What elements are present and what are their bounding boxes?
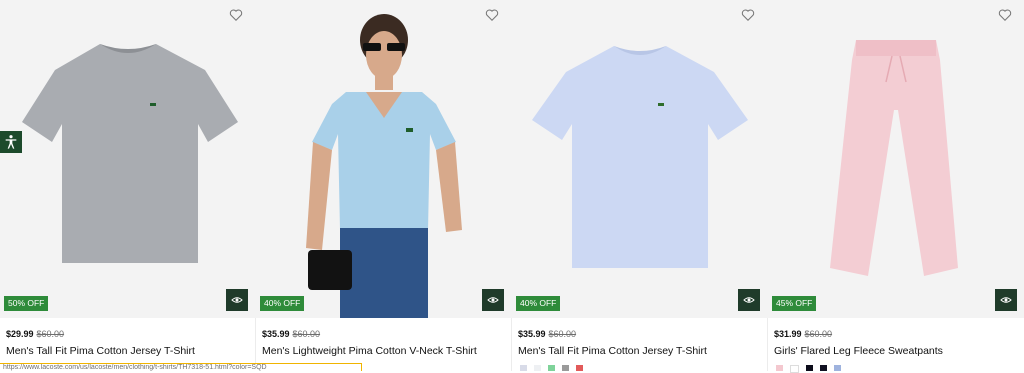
product-name[interactable]: Men's Lightweight Pima Cotton V-Neck T-S… bbox=[262, 345, 477, 357]
color-swatch[interactable] bbox=[820, 365, 827, 371]
heart-icon[interactable] bbox=[998, 8, 1012, 22]
accessibility-button[interactable] bbox=[0, 131, 22, 153]
discount-badge: 50% OFF bbox=[4, 296, 49, 311]
color-swatch[interactable] bbox=[520, 365, 527, 371]
product-info: $31.99 $60.00 Girls' Flared Leg Fleece Sw… bbox=[774, 329, 943, 357]
light-blue-tshirt-image bbox=[532, 46, 748, 268]
price: $35.99 $60.00 bbox=[262, 329, 477, 339]
product-card[interactable]: 50% OFF $29.99 $60.00 Men's Tall Fit Pima… bbox=[0, 0, 256, 371]
product-name[interactable]: Girls' Flared Leg Fleece Sweatpants bbox=[774, 345, 943, 357]
sale-price: $35.99 bbox=[262, 329, 290, 339]
color-swatch[interactable] bbox=[790, 365, 799, 373]
product-grid: 50% OFF $29.99 $60.00 Men's Tall Fit Pima… bbox=[0, 0, 1024, 373]
discount-badge: 40% OFF bbox=[516, 296, 561, 311]
color-swatch[interactable] bbox=[776, 365, 783, 371]
model-light-blue-vneck-image bbox=[306, 14, 462, 318]
product-info: $35.99 $60.00 Men's Tall Fit Pima Cotton … bbox=[518, 329, 707, 357]
eye-icon bbox=[1000, 297, 1012, 303]
discount-badge: 40% OFF bbox=[260, 296, 305, 311]
quick-view-button[interactable] bbox=[482, 289, 504, 311]
product-info: $29.99 $60.00 Men's Tall Fit Pima Cotton … bbox=[6, 329, 195, 357]
product-card[interactable]: 40% OFF $35.99 $60.00 Men's Tall Fit Pima… bbox=[512, 0, 768, 371]
heart-icon[interactable] bbox=[741, 8, 755, 22]
original-price: $60.00 bbox=[804, 329, 833, 339]
price: $31.99 $60.00 bbox=[774, 329, 943, 339]
discount-badge: 45% OFF bbox=[772, 296, 817, 311]
product-name[interactable]: Men's Tall Fit Pima Cotton Jersey T-Shir… bbox=[518, 345, 707, 357]
eye-icon bbox=[743, 297, 755, 303]
product-card[interactable]: 40% OFF $35.99 $60.00 Men's Lightweight P… bbox=[256, 0, 512, 371]
color-swatch[interactable] bbox=[548, 365, 555, 371]
product-name[interactable]: Men's Tall Fit Pima Cotton Jersey T-Shir… bbox=[6, 345, 195, 357]
color-swatch[interactable] bbox=[576, 365, 583, 371]
eye-icon bbox=[487, 297, 499, 303]
color-swatches bbox=[776, 365, 841, 373]
quick-view-button[interactable] bbox=[995, 289, 1017, 311]
product-card[interactable]: 45% OFF $31.99 $60.00 Girls' Flared Leg F… bbox=[768, 0, 1024, 373]
sale-price: $35.99 bbox=[518, 329, 546, 339]
color-swatch[interactable] bbox=[534, 365, 541, 371]
color-swatch[interactable] bbox=[834, 365, 841, 371]
sale-price: $29.99 bbox=[6, 329, 34, 339]
grey-tshirt-image bbox=[22, 44, 238, 263]
original-price: $60.00 bbox=[548, 329, 577, 339]
pink-sweatpants-image bbox=[830, 40, 958, 276]
color-swatch[interactable] bbox=[806, 365, 813, 371]
original-price: $60.00 bbox=[36, 329, 65, 339]
status-bar-url: https://www.lacoste.com/us/lacoste/men/c… bbox=[0, 363, 362, 371]
product-image[interactable] bbox=[512, 0, 768, 318]
color-swatch[interactable] bbox=[562, 365, 569, 371]
product-image[interactable] bbox=[768, 0, 1024, 318]
product-info: $35.99 $60.00 Men's Lightweight Pima Cott… bbox=[262, 329, 477, 357]
eye-icon bbox=[231, 297, 243, 303]
color-swatches bbox=[520, 365, 583, 371]
quick-view-button[interactable] bbox=[738, 289, 760, 311]
original-price: $60.00 bbox=[292, 329, 321, 339]
heart-icon[interactable] bbox=[485, 8, 499, 22]
heart-icon[interactable] bbox=[229, 8, 243, 22]
product-image[interactable] bbox=[0, 0, 256, 318]
product-image[interactable] bbox=[256, 0, 512, 318]
quick-view-button[interactable] bbox=[226, 289, 248, 311]
price: $29.99 $60.00 bbox=[6, 329, 195, 339]
accessibility-icon bbox=[5, 135, 17, 149]
sale-price: $31.99 bbox=[774, 329, 802, 339]
price: $35.99 $60.00 bbox=[518, 329, 707, 339]
